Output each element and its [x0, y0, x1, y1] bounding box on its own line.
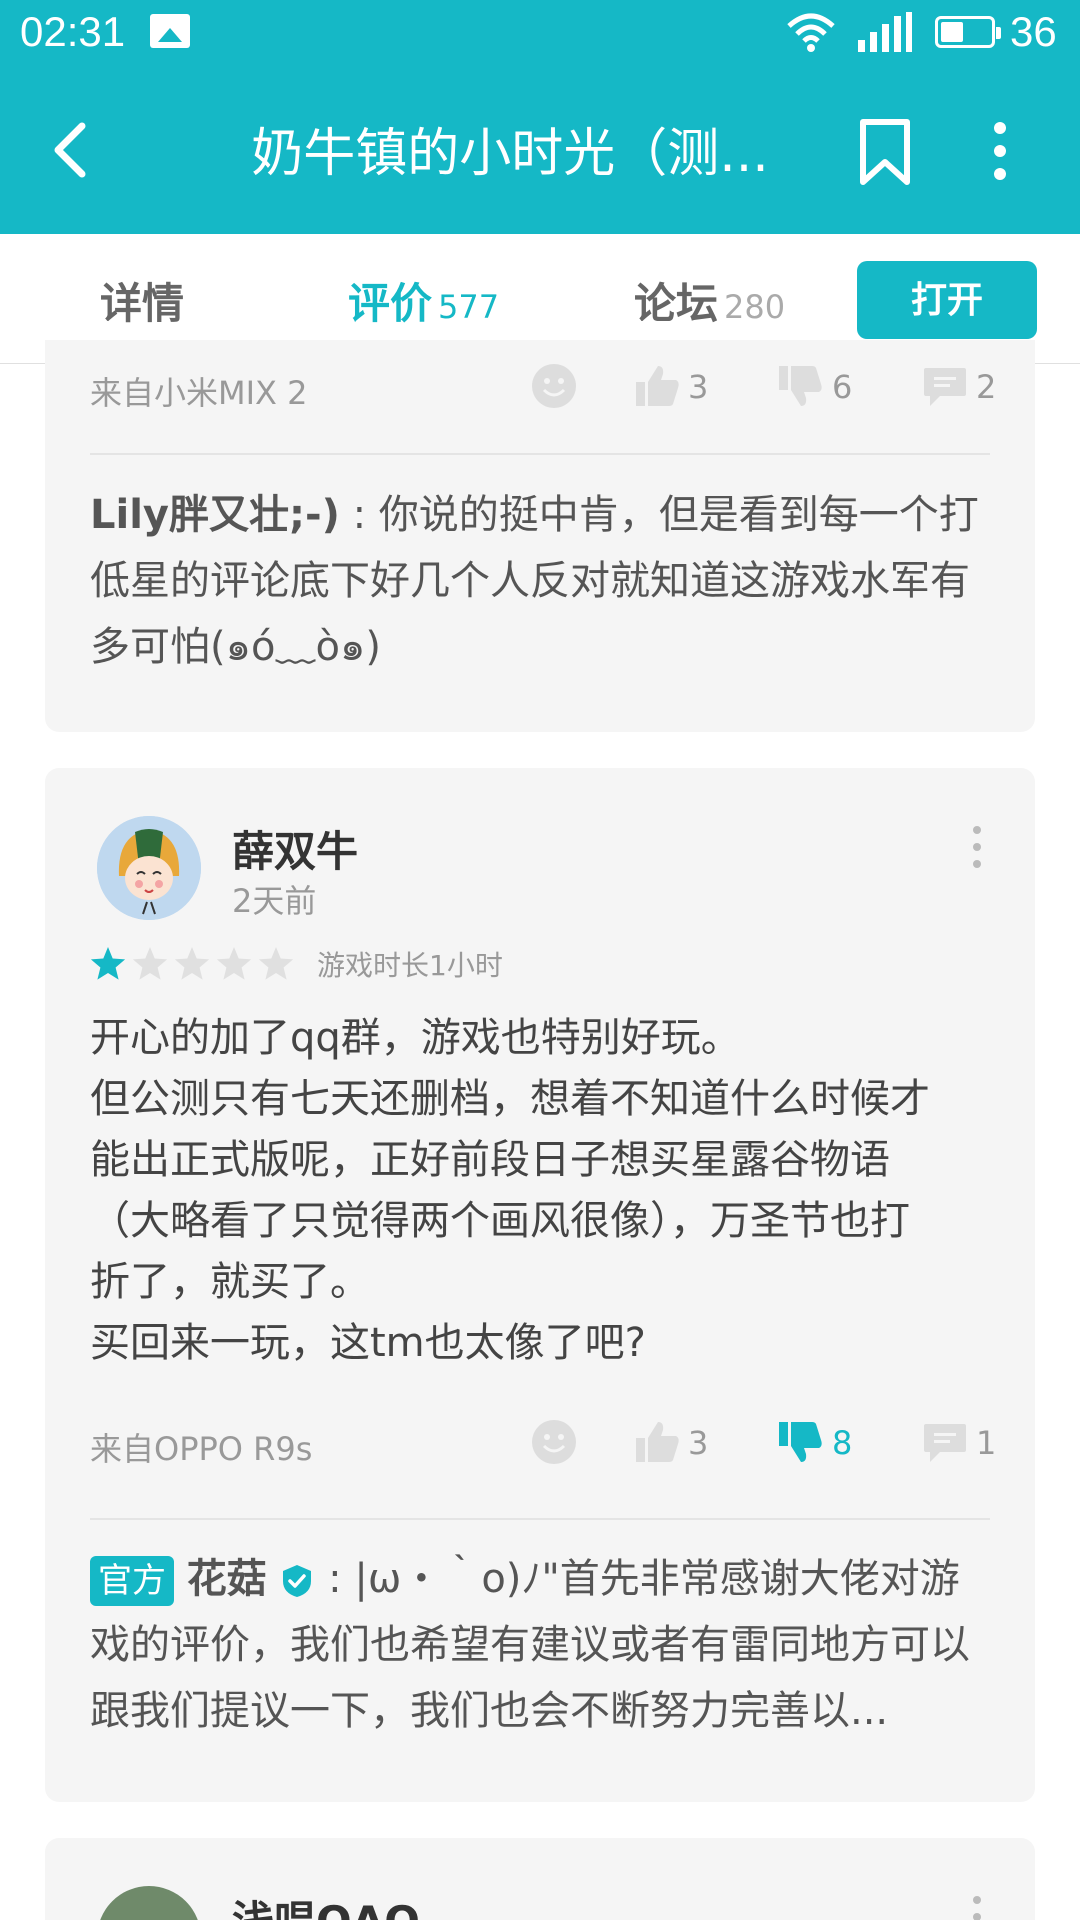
star-empty-icon — [174, 947, 210, 980]
dislike-count: 6 — [832, 368, 853, 406]
thumbs-up-icon[interactable] — [634, 364, 680, 408]
review-actions: 来自OPPO R9s 3 8 1 — [90, 1414, 996, 1474]
divider — [90, 453, 990, 455]
review-card: 来自小米MIX 2 3 6 2 Lily胖又壮;-): 你说的挺中肯，但是看到… — [45, 340, 1035, 732]
more-options-icon[interactable] — [975, 116, 1025, 186]
avatar-image — [97, 816, 201, 920]
playtime-label: 游戏时长1小时 — [317, 949, 503, 982]
page-title: 奶牛镇的小时光（测... — [251, 124, 769, 184]
app-screen: 02:31 36 奶牛镇的小时光（测... 详情 评价 577 论坛 280 打… — [0, 0, 1080, 1920]
wifi-icon — [787, 13, 835, 52]
like-count: 3 — [688, 1424, 709, 1462]
tab-details[interactable]: 详情 — [100, 270, 184, 331]
review-line: 但公测只有七天还删档，想着不知道什么时候才 — [90, 1076, 930, 1122]
tab-forum[interactable]: 论坛 280 — [634, 270, 785, 331]
reply-username[interactable]: Lily胖又壮;-) — [90, 492, 340, 538]
status-bar: 02:31 36 — [0, 0, 1080, 66]
like-count: 3 — [688, 368, 709, 406]
reply-preview[interactable]: 官方 花菇 : |ω・｀o)ﾉ"首先非常感谢大佬对游戏的评价，我们也希望有建议或… — [90, 1546, 990, 1744]
star-filled-icon — [90, 947, 126, 980]
signal-icon — [858, 12, 912, 52]
review-card: 薛双牛 2天前 游戏时长1小时 开心的加了qq群，游戏也特别好玩。 但公测只有七… — [45, 768, 1035, 1802]
divider — [90, 1518, 990, 1520]
review-line: 折了，就买了。 — [90, 1259, 370, 1305]
star-empty-icon — [216, 947, 252, 980]
review-text: 开心的加了qq群，游戏也特别好玩。 但公测只有七天还删档，想着不知道什么时候才 … — [90, 1008, 1000, 1374]
device-label: 来自小米MIX 2 — [90, 374, 308, 412]
avatar[interactable] — [97, 1886, 201, 1920]
tab-forum-count: 280 — [724, 288, 786, 326]
open-button[interactable]: 打开 — [857, 261, 1037, 339]
tab-forum-label: 论坛 — [634, 279, 719, 328]
comment-count: 2 — [976, 368, 997, 406]
star-empty-icon — [132, 947, 168, 980]
reply-username[interactable]: 花菇 — [187, 1556, 267, 1602]
comment-icon[interactable] — [922, 364, 968, 408]
app-bar: 奶牛镇的小时光（测... — [0, 66, 1080, 234]
status-time: 02:31 — [20, 8, 126, 55]
review-actions: 来自小米MIX 2 3 6 2 — [90, 358, 996, 418]
battery-level: 36 — [1010, 8, 1057, 55]
review-username[interactable]: 薛双牛 — [232, 818, 358, 879]
back-arrow-icon[interactable] — [40, 114, 100, 186]
star-empty-icon — [258, 947, 294, 980]
image-notification-icon — [150, 14, 190, 48]
official-badge: 官方 — [90, 1556, 174, 1606]
review-time: 2天前 — [232, 882, 317, 920]
verified-icon — [283, 1565, 312, 1597]
bookmark-icon[interactable] — [855, 118, 915, 186]
tab-reviews-label: 评价 — [348, 279, 433, 328]
review-line: 开心的加了qq群，游戏也特别好玩。 — [90, 1015, 741, 1061]
device-label: 来自OPPO R9s — [90, 1430, 313, 1468]
review-line: 能出正式版呢，正好前段日子想买星露谷物语 — [90, 1137, 890, 1183]
review-more-icon[interactable] — [965, 824, 989, 870]
tab-details-label: 详情 — [100, 279, 185, 328]
battery-icon — [935, 16, 1001, 48]
avatar[interactable] — [97, 816, 201, 920]
comment-icon[interactable] — [922, 1420, 968, 1464]
thumbs-down-icon[interactable] — [777, 364, 823, 408]
review-card: 浅唱QAQ — [45, 1838, 1035, 1920]
thumbs-down-icon[interactable] — [777, 1420, 823, 1464]
review-line: （大略看了只觉得两个画风很像），万圣节也打 — [90, 1198, 910, 1244]
comment-count: 1 — [976, 1424, 997, 1462]
emoji-react-icon[interactable] — [530, 362, 578, 410]
tab-reviews-count: 577 — [438, 288, 500, 326]
star-rating — [90, 947, 294, 980]
review-more-icon[interactable] — [965, 1894, 989, 1920]
tab-reviews[interactable]: 评价 577 — [348, 270, 499, 331]
dislike-count: 8 — [832, 1424, 853, 1462]
reply-preview[interactable]: Lily胖又壮;-) : 你说的挺中肯，但是看到每一个打低星的评论底下好几个人反… — [90, 482, 990, 680]
emoji-react-icon[interactable] — [530, 1418, 578, 1466]
review-username[interactable]: 浅唱QAQ — [232, 1888, 420, 1920]
thumbs-up-icon[interactable] — [634, 1420, 680, 1464]
review-line: 买回来一玩，这tm也太像了吧? — [90, 1320, 646, 1366]
